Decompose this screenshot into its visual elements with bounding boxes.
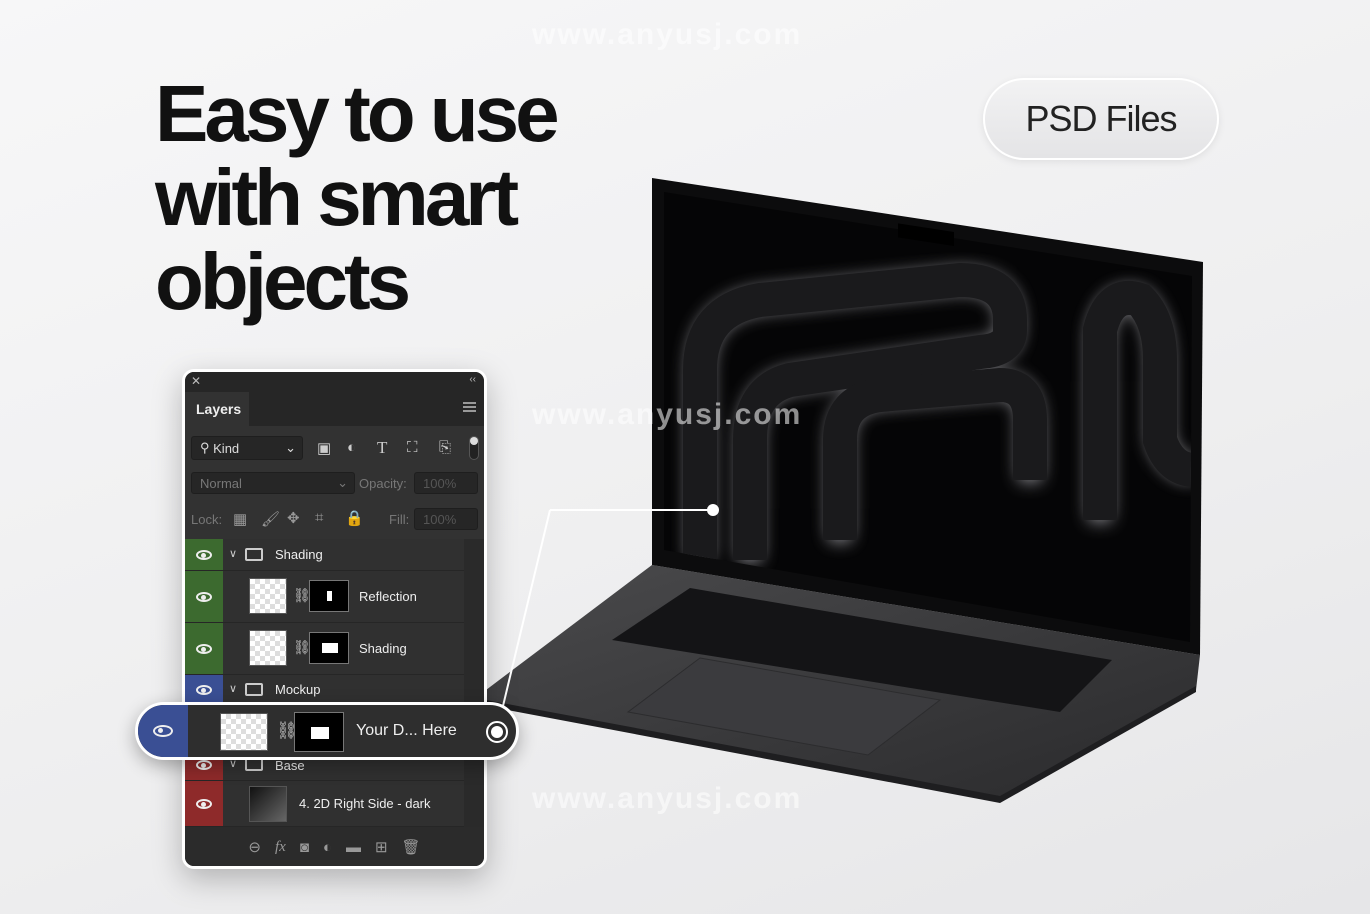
- layer-mask-thumbnail: [294, 712, 344, 752]
- visibility-toggle[interactable]: [138, 705, 188, 757]
- layers-panel: ✕ ‹‹ Layers ⚲ Kind ⌄ ▣ ◐ T ⛶ ⎘ Normal ⌄ Opa…: [182, 369, 487, 869]
- eye-icon: [153, 725, 173, 737]
- layer-mask-thumbnail: [309, 632, 349, 664]
- visibility-toggle[interactable]: [185, 781, 223, 826]
- add-mask-icon[interactable]: ◙: [300, 839, 309, 856]
- filter-toggle[interactable]: [469, 436, 479, 460]
- selected-layer-row[interactable]: ⛓ Your D... Here: [135, 702, 519, 760]
- layer-name: Mockup: [275, 682, 321, 697]
- kind-filter-select[interactable]: ⚲ Kind ⌄: [191, 436, 303, 460]
- chevron-down-icon[interactable]: ∨: [229, 682, 237, 695]
- shape-filter-icon[interactable]: ⛶: [407, 439, 418, 456]
- layer-thumbnail: [249, 578, 287, 614]
- blend-mode-value: Normal: [200, 475, 242, 491]
- folder-icon: [245, 683, 263, 696]
- watermark: www.anyusj.com: [532, 398, 803, 431]
- visibility-toggle[interactable]: [185, 539, 223, 570]
- scrollbar[interactable]: [464, 539, 484, 829]
- collapse-icon[interactable]: ‹‹: [469, 374, 476, 385]
- layer-thumbnail: [249, 786, 287, 822]
- layer-row[interactable]: ⛓ Shading: [185, 623, 467, 675]
- image-filter-icon[interactable]: ▣: [317, 439, 331, 457]
- lock-artboard-icon[interactable]: ⌗: [315, 509, 323, 526]
- layer-name: Base: [275, 758, 305, 773]
- watermark: www.anyusj.com: [532, 18, 803, 51]
- delete-icon[interactable]: 🗑: [402, 838, 421, 856]
- layer-name: 4. 2D Right Side - dark: [299, 796, 431, 811]
- layer-row[interactable]: ∨ Shading: [185, 539, 467, 571]
- lock-label: Lock:: [191, 512, 223, 527]
- lock-transparent-icon[interactable]: ▦: [233, 510, 247, 528]
- layer-mask-thumbnail: [309, 580, 349, 612]
- layer-thumbnail: [249, 630, 287, 666]
- layer-row[interactable]: ⛓ Reflection: [185, 571, 467, 623]
- callout-anchor: [486, 721, 508, 743]
- eye-icon: [196, 591, 212, 602]
- visibility-toggle[interactable]: [185, 675, 223, 704]
- lock-all-icon[interactable]: 🔒: [345, 509, 364, 527]
- type-filter-icon[interactable]: T: [377, 438, 387, 458]
- close-icon[interactable]: ✕: [191, 374, 201, 388]
- eye-icon: [196, 643, 212, 654]
- new-group-icon[interactable]: ▬: [346, 839, 361, 856]
- eye-icon: [196, 549, 212, 560]
- layer-name: Shading: [275, 547, 323, 562]
- visibility-toggle[interactable]: [185, 623, 223, 674]
- smart-object-filter-icon[interactable]: ⎘: [439, 439, 451, 456]
- eye-icon: [196, 759, 212, 770]
- opacity-label: Opacity:: [359, 476, 407, 491]
- layer-name: Shading: [359, 641, 407, 656]
- callout-dot: [707, 504, 719, 516]
- search-icon: ⚲: [200, 440, 214, 455]
- folder-icon: [245, 548, 263, 561]
- fill-label: Fill:: [389, 512, 410, 527]
- new-layer-icon[interactable]: ⊞: [375, 838, 388, 856]
- chevron-down-icon[interactable]: ∨: [229, 547, 237, 560]
- fill-input[interactable]: 100%: [414, 508, 478, 530]
- adjustment-layer-icon[interactable]: ◐: [323, 839, 332, 856]
- layer-name: Reflection: [359, 589, 417, 604]
- opacity-value: 100%: [423, 475, 457, 491]
- watermark: www.anyusj.com: [532, 782, 803, 815]
- link-layers-icon[interactable]: ⊖: [248, 838, 261, 856]
- layer-row[interactable]: ∨ Mockup: [185, 675, 467, 705]
- blend-mode-select[interactable]: Normal ⌄: [191, 472, 355, 494]
- lock-move-icon[interactable]: ✥: [287, 509, 300, 527]
- lock-brush-icon[interactable]: 🖌: [261, 510, 280, 528]
- opacity-input[interactable]: 100%: [414, 472, 478, 494]
- layer-row[interactable]: 4. 2D Right Side - dark: [185, 781, 467, 827]
- smart-object-thumbnail: [220, 713, 268, 751]
- kind-label: Kind: [213, 440, 240, 456]
- panel-footer: ⊖ fx ◙ ◐ ▬ ⊞ 🗑: [185, 827, 484, 866]
- panel-menu-icon[interactable]: [463, 402, 476, 412]
- fill-value: 100%: [423, 511, 457, 527]
- tab-layers[interactable]: Layers: [185, 392, 249, 426]
- layer-name: Your D... Here: [356, 722, 457, 739]
- adjustment-filter-icon[interactable]: ◐: [347, 439, 356, 456]
- fx-icon[interactable]: fx: [275, 839, 286, 856]
- eye-icon: [196, 798, 212, 809]
- visibility-toggle[interactable]: [185, 571, 223, 622]
- chevron-down-icon: ⌄: [285, 440, 296, 455]
- eye-icon: [196, 684, 212, 695]
